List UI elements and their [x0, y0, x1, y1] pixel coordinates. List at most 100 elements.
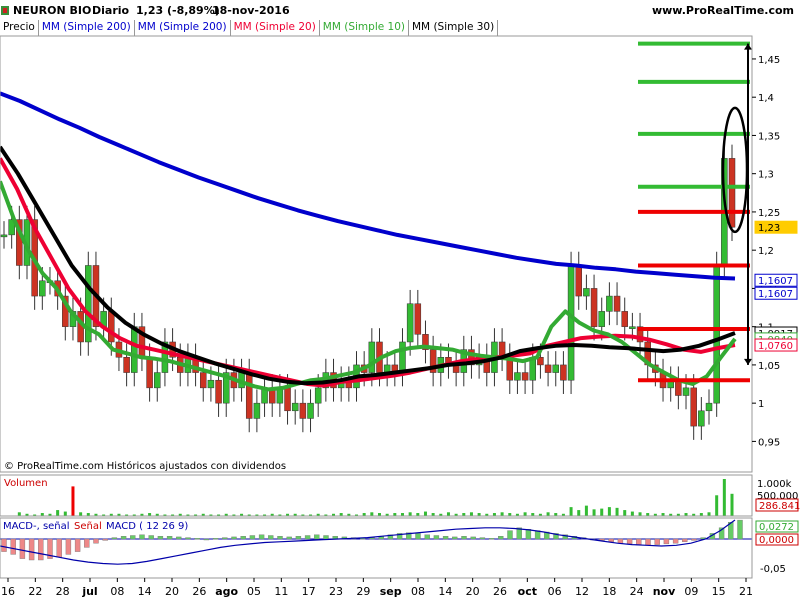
value-tag-text: 1,23 — [758, 223, 780, 234]
candle-body — [583, 288, 590, 297]
date-axis-label: 29 — [356, 585, 370, 598]
value-tag-text: 1,1607 — [758, 289, 793, 300]
date-axis-label: 06 — [548, 585, 562, 598]
volume-bar — [71, 486, 75, 516]
candle-body — [728, 158, 736, 228]
macd-label-main: MACD-, señal — [3, 521, 70, 532]
price-axis-label: 1,2 — [758, 246, 774, 257]
candle-body — [0, 234, 8, 238]
macd-histogram-bar — [148, 535, 154, 540]
price-axis-label: 1,35 — [758, 131, 780, 142]
macd-histogram-bar — [120, 536, 127, 540]
volume-bar — [630, 511, 634, 516]
macd-histogram-bar — [461, 536, 467, 540]
candle-body — [307, 402, 314, 419]
macd-histogram-bar — [231, 536, 237, 540]
candle-body — [215, 379, 222, 404]
candle-body — [598, 311, 605, 327]
candle-body — [245, 372, 253, 419]
candle-body — [705, 402, 713, 412]
volume-bar — [79, 512, 83, 516]
macd-histogram-bar — [93, 538, 99, 544]
candle-body — [682, 387, 690, 396]
date-axis-label: oct — [518, 585, 537, 598]
macd-histogram-bar — [157, 536, 164, 540]
candle-body — [123, 357, 130, 373]
candle-body — [567, 265, 575, 381]
macd-histogram-bar — [277, 536, 283, 540]
candle-body — [560, 364, 567, 381]
macd-histogram-bar — [654, 538, 660, 545]
candle-body — [698, 410, 705, 427]
volume-bar — [469, 512, 473, 516]
macd-histogram-bar — [498, 536, 504, 540]
candle-body — [575, 265, 582, 297]
volume-bar — [600, 508, 604, 516]
chart-canvas[interactable]: 1,451,41,351,31,251,21,151,11,0510,95162… — [0, 0, 800, 600]
price-frame — [0, 35, 753, 473]
macd-histogram-bar — [608, 538, 614, 542]
macd-histogram-bar — [525, 529, 532, 540]
volume-bar — [370, 512, 374, 516]
candle-body — [552, 364, 559, 373]
macd-label-params: MACD ( 12 26 9) — [106, 521, 188, 532]
macd-histogram-bar — [314, 534, 320, 540]
macd-histogram-bar — [433, 535, 440, 540]
date-axis-label: jul — [81, 585, 97, 598]
macd-histogram-bar — [65, 538, 72, 555]
candle-body — [514, 372, 521, 381]
candle-body — [590, 288, 598, 327]
date-axis-label: sep — [380, 585, 402, 598]
macd-histogram-bar — [56, 538, 62, 558]
candle-body — [368, 341, 376, 373]
volume-bar — [546, 512, 550, 516]
volume-label: Volumen — [4, 478, 48, 489]
macd-histogram-bar — [194, 538, 200, 540]
macd-histogram-bar — [28, 538, 35, 561]
date-axis-label: 14 — [138, 585, 152, 598]
date-axis-label: 26 — [192, 585, 206, 598]
candle-body — [713, 265, 720, 404]
date-axis-label: 14 — [438, 585, 452, 598]
date-axis-label: ago — [215, 585, 238, 598]
macd-histogram-bar — [304, 535, 311, 540]
date-axis-label: 16 — [1, 585, 15, 598]
macd-histogram-bar — [1, 538, 7, 552]
value-tag-text: 1,1607 — [758, 276, 793, 287]
candle-body — [108, 311, 115, 343]
macd-histogram-bar — [10, 538, 16, 555]
macd-value-tag: 0,0272 — [759, 522, 794, 533]
volume-panel — [17, 479, 734, 516]
macd-histogram-bar — [645, 538, 651, 546]
value-tag-text: 1,0760 — [758, 341, 793, 352]
ma-line — [0, 180, 737, 392]
date-axis-label: 09 — [684, 585, 698, 598]
date-axis-label: 08 — [110, 585, 124, 598]
macd-histogram-bar — [691, 538, 697, 541]
price-panel — [0, 41, 752, 440]
credit-text: © ProRealTime.com Históricos ajustados c… — [4, 460, 286, 472]
macd-histogram-bar — [452, 536, 458, 540]
candle-body — [154, 372, 161, 389]
candle-body — [399, 341, 406, 373]
macd-histogram-bar — [258, 534, 265, 540]
candle-body — [253, 402, 261, 419]
range-arrow-head-down — [744, 358, 752, 365]
candle-body — [199, 372, 207, 389]
macd-histogram-bar — [176, 536, 182, 540]
macd-histogram-bar — [102, 538, 108, 541]
volume-bar — [707, 512, 711, 516]
candle-body — [39, 280, 46, 297]
date-axis-label: 05 — [247, 585, 261, 598]
price-axis-label: 1,05 — [758, 361, 780, 372]
date-axis-label: 20 — [165, 585, 179, 598]
candle-body — [544, 364, 552, 373]
volume-bar — [623, 510, 627, 516]
volume-bar — [577, 510, 581, 516]
volume-bar — [523, 512, 527, 516]
macd-histogram-bar — [268, 535, 274, 540]
macd-histogram-bar — [295, 536, 302, 540]
candle-body — [621, 311, 628, 327]
date-axis-label: 26 — [493, 585, 507, 598]
volume-bar — [584, 505, 588, 516]
